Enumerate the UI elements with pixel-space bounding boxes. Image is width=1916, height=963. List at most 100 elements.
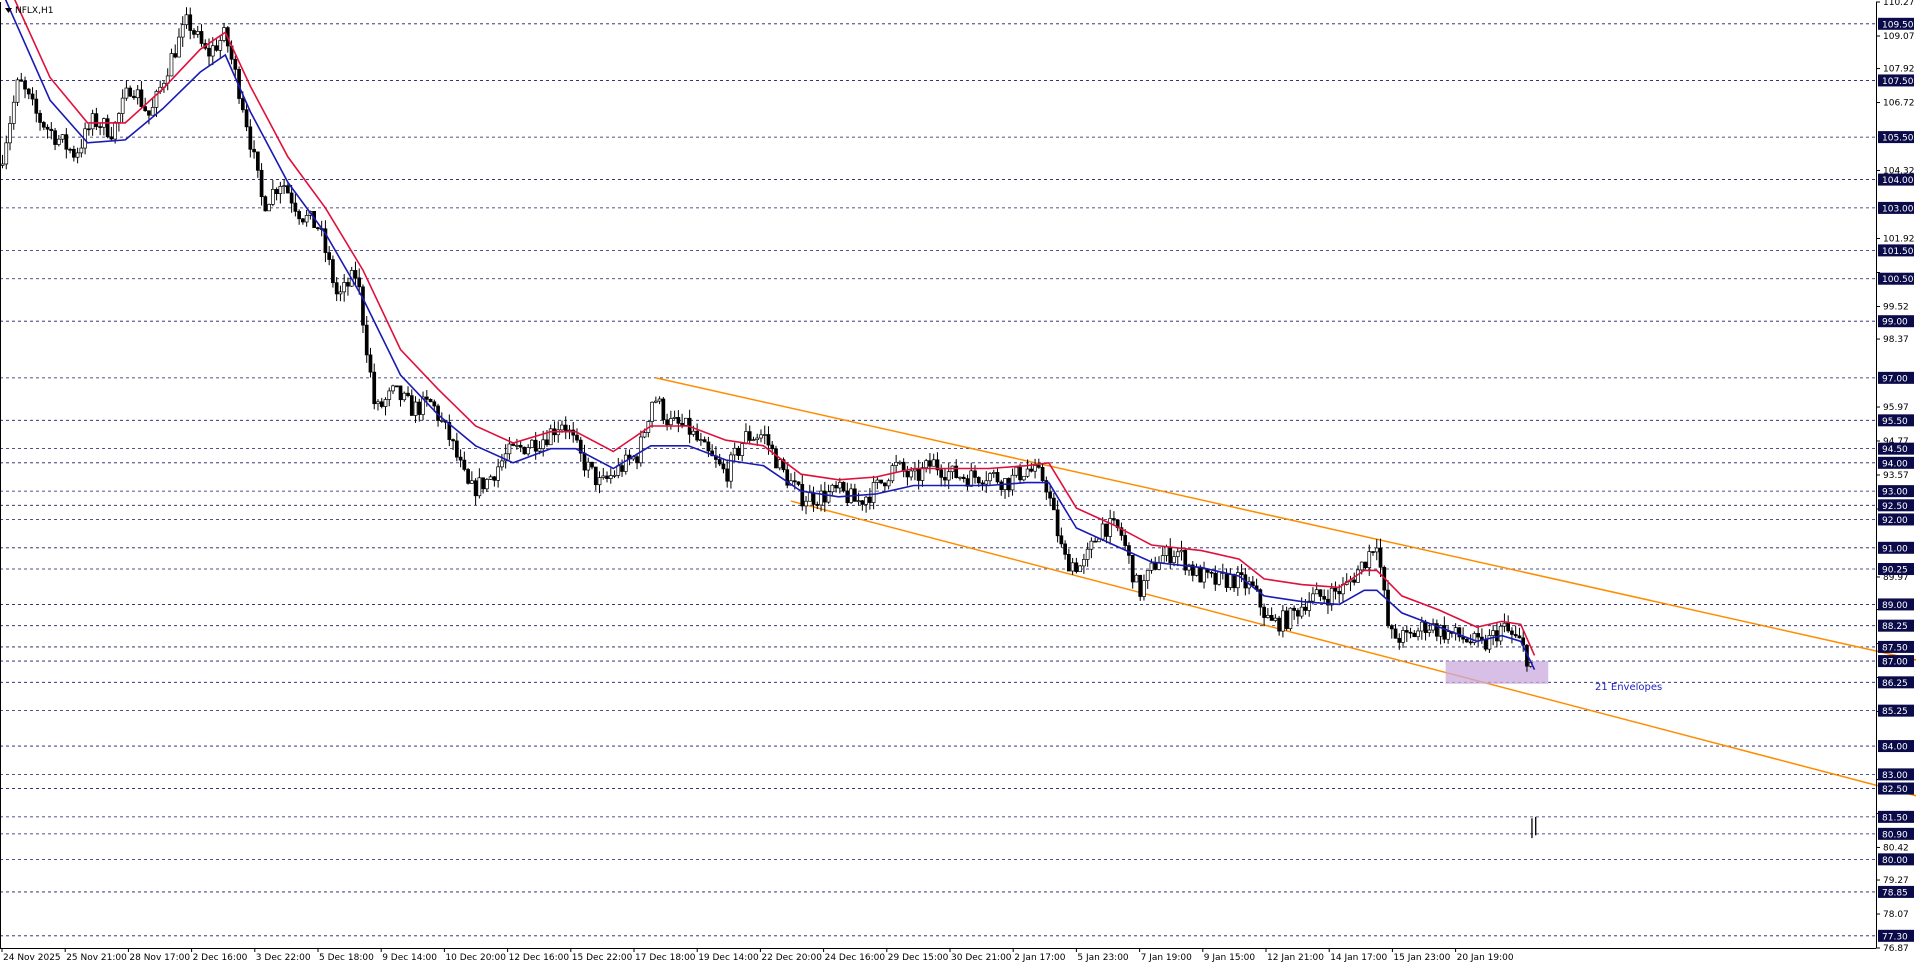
candle-body (94, 113, 99, 127)
x-tick-label: 20 Jan 19:00 (1457, 953, 1514, 963)
candle-body (766, 434, 771, 446)
candle-body (301, 218, 305, 223)
price-level-box-label: 80.00 (1882, 856, 1908, 866)
candle-body (1138, 574, 1143, 597)
candle-body (439, 420, 444, 422)
candle-body (79, 147, 84, 154)
candle-body (23, 80, 27, 90)
candle-body (207, 47, 211, 57)
candle-body (1363, 561, 1368, 568)
candle-body (150, 107, 155, 116)
candle-body (526, 447, 531, 455)
candle-body (413, 401, 418, 416)
x-tick-label: 12 Dec 16:00 (509, 953, 570, 963)
candle-body (1055, 509, 1060, 537)
price-level-box-label: 94.00 (1882, 459, 1908, 469)
candle-body (980, 482, 985, 485)
x-tick-label: 19 Dec 14:00 (698, 953, 759, 963)
candle-body (26, 88, 31, 95)
candle-body (669, 418, 673, 426)
price-level-box-label: 83.00 (1882, 771, 1908, 781)
candle-body (1021, 475, 1026, 481)
candle-body (601, 475, 606, 478)
candle-body (1051, 497, 1056, 511)
candle-body (1209, 571, 1214, 574)
candle-body (1333, 587, 1338, 592)
price-level-box-label: 81.50 (1882, 813, 1908, 823)
x-tick-label: 5 Jan 23:00 (1077, 953, 1129, 963)
candle-body (751, 439, 756, 441)
candle-body (383, 399, 388, 407)
candle-body (571, 429, 576, 436)
candle-body (398, 385, 403, 401)
price-level-box-label: 93.00 (1882, 488, 1908, 498)
candle-body (744, 431, 748, 444)
candle-body (984, 480, 989, 485)
candle-body (218, 40, 223, 51)
y-tick-label: 101.92 (1883, 235, 1915, 245)
candle-body (642, 432, 647, 438)
candle-body (139, 89, 144, 107)
candle-body (379, 401, 384, 407)
candle-body (695, 430, 699, 441)
candle-body (807, 492, 812, 502)
candle-body (1224, 572, 1229, 588)
price-level-box-label: 100.50 (1882, 275, 1914, 285)
candle-body (1419, 621, 1424, 632)
candle-body (289, 192, 294, 204)
candle-body (1074, 562, 1079, 572)
candle-body (1427, 629, 1432, 633)
candle-body (135, 89, 140, 99)
candle-body (1160, 555, 1165, 564)
candle-body (282, 185, 286, 188)
candle-body (717, 459, 722, 465)
candle-body (451, 439, 455, 442)
x-tick-label: 25 Nov 21:00 (66, 953, 127, 963)
candle-body (1239, 572, 1244, 576)
candle-body (680, 423, 684, 426)
candle-body (334, 282, 339, 295)
x-tick-label: 10 Dec 20:00 (445, 953, 506, 963)
candle-body (496, 466, 500, 481)
candle-body (920, 467, 925, 481)
candle-body (1108, 518, 1113, 537)
candle-body (1036, 465, 1041, 468)
y-tick-label: 110.27 (1883, 0, 1915, 8)
candle-body (188, 14, 193, 31)
candle-body (192, 30, 196, 35)
candle-body (991, 472, 996, 474)
candle-body (214, 45, 219, 51)
candle-body (98, 126, 102, 128)
candle-body (1142, 580, 1146, 597)
candle-body (1018, 466, 1022, 481)
candle-body (458, 456, 463, 461)
candle-body (90, 113, 95, 130)
candle-body (522, 446, 527, 455)
candle-body (41, 122, 46, 128)
x-tick-label: 29 Dec 15:00 (888, 953, 949, 963)
candle-body (515, 444, 519, 447)
candle-body (169, 53, 174, 77)
candle-body (650, 401, 654, 422)
candle-body (1149, 562, 1154, 571)
candle-body (672, 417, 677, 419)
candle-body (19, 79, 24, 82)
candle-body (424, 396, 429, 400)
x-tick-label: 24 Dec 16:00 (825, 953, 886, 963)
candle-body (976, 477, 981, 484)
candle-body (387, 390, 392, 400)
candle-body (537, 448, 542, 452)
candle-body (75, 152, 80, 158)
candle-body (691, 430, 696, 435)
candle-body (638, 436, 643, 464)
candle-body (575, 434, 579, 441)
price-level-box-label: 90.25 (1882, 566, 1908, 576)
candle-body (898, 461, 902, 464)
candle-body (1296, 610, 1300, 617)
x-tick-label: 22 Dec 20:00 (761, 953, 822, 963)
candle-body (883, 482, 887, 487)
price-chart[interactable]: 110.27109.07107.92106.72104.32101.9299.5… (0, 0, 1916, 963)
candle-body (1359, 561, 1364, 571)
candle-body (961, 476, 966, 479)
candle-body (943, 477, 947, 481)
